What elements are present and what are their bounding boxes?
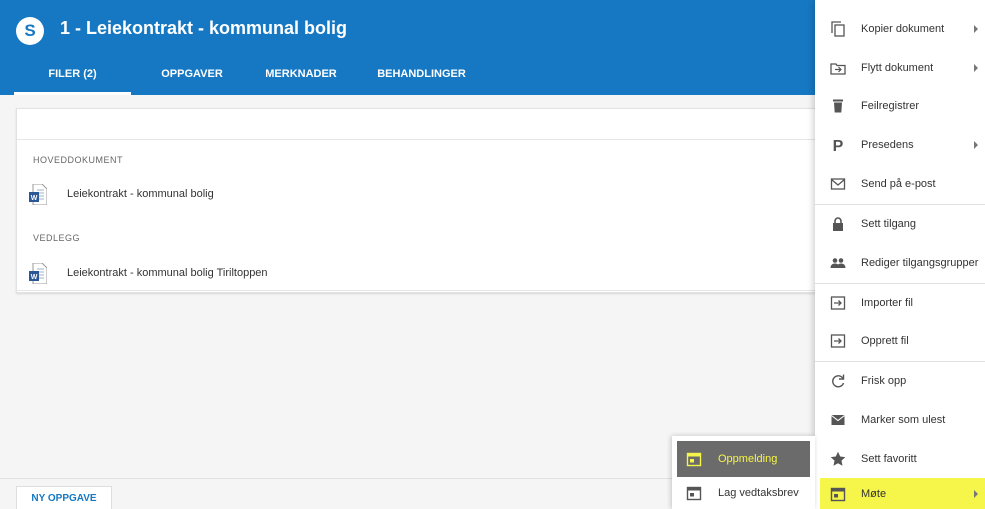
context-menu: Kopier dokument Flytt dokument Feilregis… [815, 0, 985, 509]
tab-merknader[interactable]: MERKNADER [253, 60, 349, 95]
main-document-heading: HOVEDDOKUMENT [33, 155, 124, 165]
copy-icon [830, 21, 846, 37]
menu-item-label: Kopier dokument [861, 23, 945, 35]
star-icon [830, 451, 846, 467]
mote-submenu: Oppmelding Lag vedtaksbrev [672, 436, 815, 509]
card-toolbar [17, 109, 815, 140]
menu-item-presedens[interactable]: P Presedens [815, 126, 985, 165]
app-logo: S [16, 17, 44, 45]
menu-item-sett-tilgang[interactable]: Sett tilgang [815, 205, 985, 244]
word-document-icon: W [29, 263, 47, 284]
group-icon [830, 255, 846, 271]
import-icon [830, 295, 846, 311]
tab-bar: FILER (2) OPPGAVER MERKNADER BEHANDLINGE… [14, 60, 494, 95]
envelope-filled-icon [830, 412, 846, 428]
tab-behandlinger[interactable]: BEHANDLINGER [349, 60, 494, 95]
email-icon [830, 176, 846, 192]
main-file-name: Leiekontrakt - kommunal bolig [67, 188, 214, 200]
svg-text:P: P [833, 138, 844, 153]
submenu-item-label: Lag vedtaksbrev [718, 487, 799, 499]
menu-item-label: Send på e-post [861, 178, 936, 190]
trash-icon [830, 98, 846, 114]
main-file-row[interactable]: W Leiekontrakt - kommunal bolig [17, 176, 815, 212]
menu-item-label: Rediger tilgangsgrupper [861, 257, 979, 269]
menu-item-label: Marker som ulest [861, 414, 946, 426]
menu-item-sett-favoritt[interactable]: Sett favoritt [815, 440, 985, 479]
calendar-icon [686, 486, 702, 501]
menu-item-opprett-fil[interactable]: Opprett fil [815, 322, 985, 361]
attachment-file-row[interactable]: W Leiekontrakt - kommunal bolig Tiriltop… [17, 255, 815, 291]
menu-item-mote[interactable]: Møte [820, 478, 985, 509]
menu-item-frisk-opp[interactable]: Frisk opp [815, 362, 985, 401]
submenu-arrow-icon [974, 141, 978, 149]
create-file-icon [830, 333, 846, 349]
document-header: S 1 - Leiekontrakt - kommunal bolig FILE… [0, 0, 815, 95]
calendar-icon [686, 452, 702, 467]
menu-item-feilregistrer[interactable]: Feilregistrer [815, 87, 985, 126]
submenu-arrow-icon [974, 490, 978, 498]
tab-filer[interactable]: FILER (2) [14, 60, 131, 95]
submenu-arrow-icon [974, 64, 978, 72]
svg-text:W: W [31, 195, 38, 202]
menu-item-label: Frisk opp [861, 375, 907, 387]
files-card: HOVEDDOKUMENT W Leiekontrakt - kommunal … [16, 108, 816, 293]
p-letter-icon: P [830, 137, 846, 153]
menu-item-flytt-dokument[interactable]: Flytt dokument [815, 49, 985, 88]
attachment-file-name: Leiekontrakt - kommunal bolig Tiriltoppe… [67, 267, 268, 279]
menu-item-label: Flytt dokument [861, 62, 934, 74]
submenu-item-oppmelding[interactable]: Oppmelding [677, 441, 810, 477]
lock-icon [830, 216, 846, 232]
menu-item-send-epost[interactable]: Send på e-post [815, 165, 985, 204]
menu-item-label: Feilregistrer [861, 100, 920, 112]
menu-item-label: Møte [861, 488, 887, 500]
svg-text:W: W [31, 274, 38, 281]
document-title: 1 - Leiekontrakt - kommunal bolig [60, 18, 348, 38]
refresh-icon [830, 373, 846, 389]
menu-item-label: Sett favoritt [861, 453, 917, 465]
move-folder-icon [830, 60, 846, 76]
menu-item-marker-som-ulest[interactable]: Marker som ulest [815, 401, 985, 440]
word-document-icon: W [29, 184, 47, 205]
attachments-heading: VEDLEGG [33, 233, 81, 243]
menu-item-label: Importer fil [861, 297, 913, 309]
calendar-icon [830, 486, 846, 502]
menu-item-label: Sett tilgang [861, 218, 917, 230]
menu-item-label: Presedens [861, 139, 914, 151]
new-task-button[interactable]: NY OPPGAVE [16, 486, 112, 509]
menu-item-kopier-dokument[interactable]: Kopier dokument [815, 10, 985, 49]
menu-item-importer-fil[interactable]: Importer fil [815, 284, 985, 323]
submenu-arrow-icon [974, 25, 978, 33]
submenu-item-label: Oppmelding [718, 453, 778, 465]
submenu-item-lag-vedtaksbrev[interactable]: Lag vedtaksbrev [672, 477, 815, 509]
tab-oppgaver[interactable]: OPPGAVER [131, 60, 253, 95]
menu-item-rediger-tilgangsgrupper[interactable]: Rediger tilgangsgrupper [815, 244, 985, 283]
menu-item-label: Opprett fil [861, 335, 909, 347]
